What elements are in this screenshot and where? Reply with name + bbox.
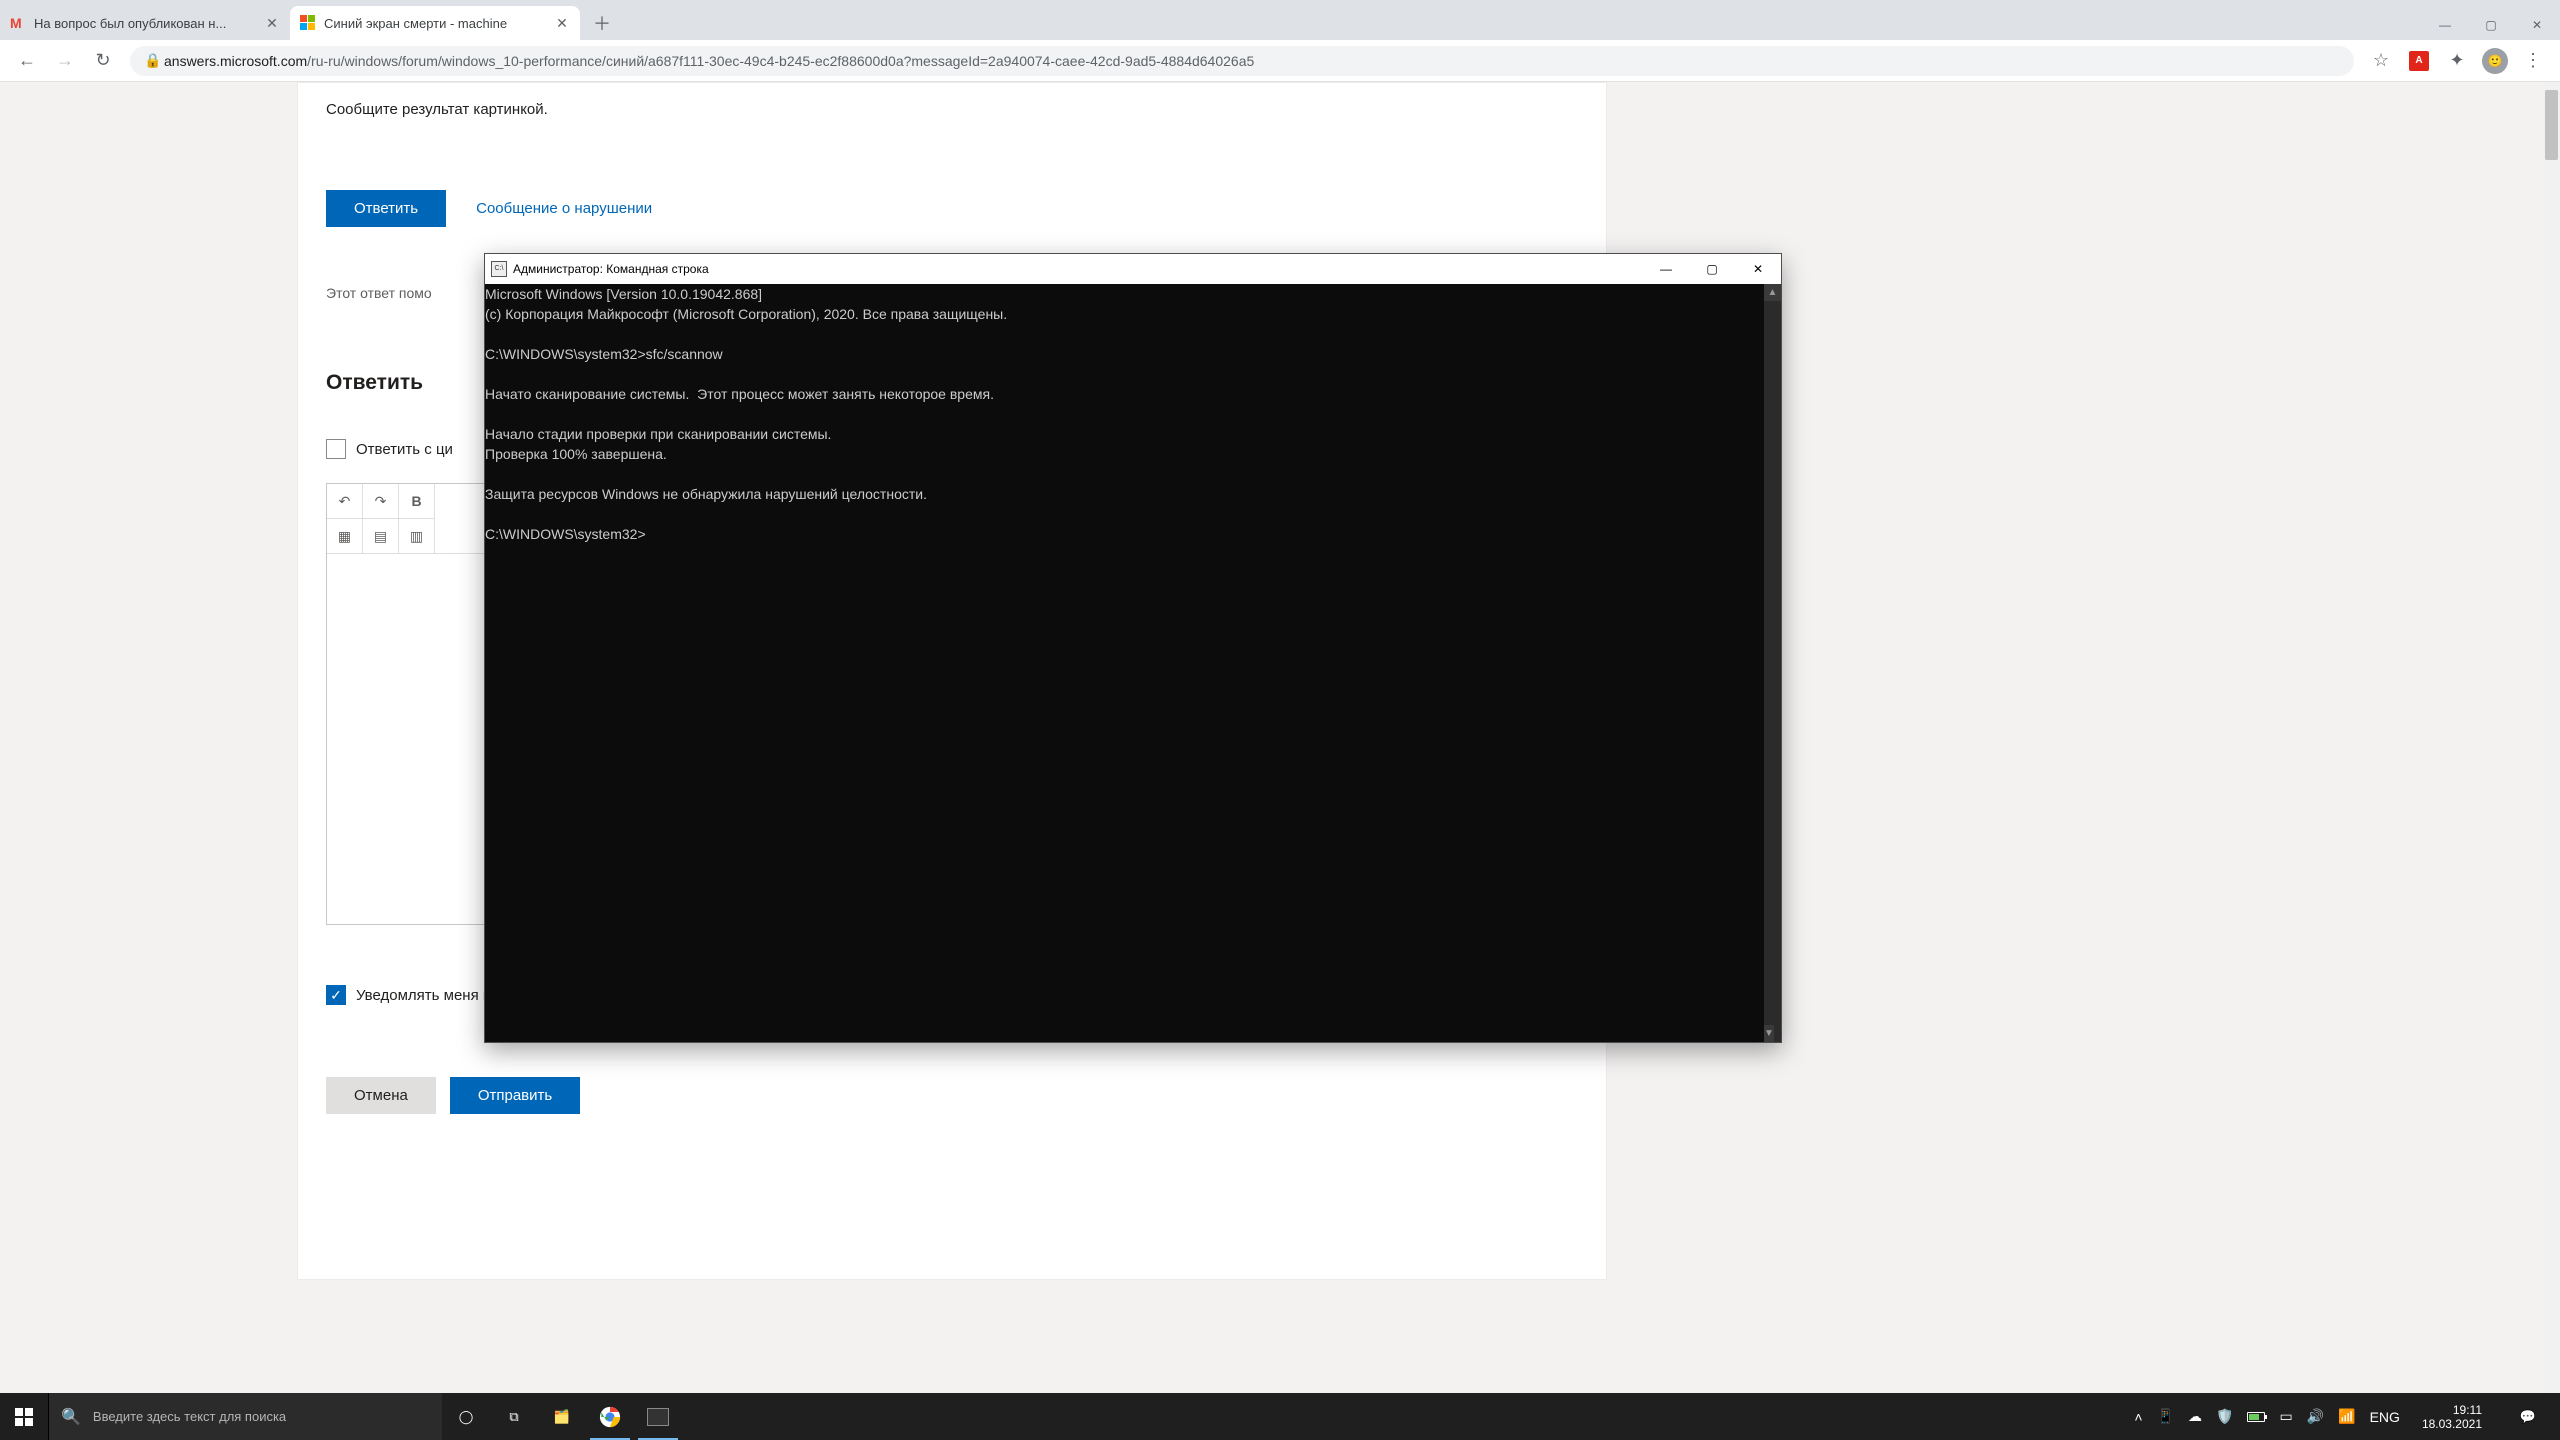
submit-button[interactable]: Отправить [450,1077,580,1114]
tab-title: Синий экран смерти - machine [324,16,548,31]
url-host: answers.microsoft.com [164,53,307,69]
reload-button[interactable]: ↻ [86,44,120,78]
taskbar-clock[interactable]: 19:11 18.03.2021 [2414,1403,2490,1431]
cmd-window-controls: — ▢ ✕ [1643,254,1781,284]
rte-redo-icon[interactable]: ↷ [363,484,399,518]
message-text: Сообщите результат картинкой. [326,101,1578,118]
back-button[interactable]: ← [10,44,44,78]
lock-icon: 🔒 [144,52,162,70]
windows-logo-icon [15,1408,33,1426]
scroll-down-icon[interactable]: ▼ [1764,1025,1774,1042]
taskbar-search[interactable]: 🔍 Введите здесь текст для поиска [48,1393,442,1440]
tab-title: На вопрос был опубликован н... [34,16,258,31]
form-buttons: Отмена Отправить [326,1077,1578,1114]
tray-chevron-up-icon[interactable]: ˄ [2134,1409,2142,1425]
quote-checkbox-label: Ответить с ци [356,441,453,458]
rte-code-icon[interactable]: ▤ [363,519,399,553]
cmd-icon: C:\ [491,261,507,277]
file-explorer-icon[interactable]: 🗂️ [538,1393,586,1440]
search-icon: 🔍 [61,1407,81,1427]
cmd-output[interactable]: Microsoft Windows [Version 10.0.19042.86… [485,284,1764,1042]
tray-device-icon[interactable]: 📱 [2157,1408,2174,1425]
tray-security-icon[interactable]: 🛡️ [2216,1408,2233,1425]
cmd-minimize-button[interactable]: — [1643,254,1689,284]
search-placeholder: Введите здесь текст для поиска [93,1409,286,1424]
cmd-scrollbar-track[interactable] [1764,301,1781,1025]
browser-toolbar: ← → ↻ 🔒 answers.microsoft.com/ru-ru/wind… [0,40,2560,82]
tray-battery-icon[interactable] [2247,1412,2265,1422]
extensions-icon[interactable]: ✦ [2440,44,2474,78]
close-button[interactable]: ✕ [2514,10,2560,40]
clock-time: 19:11 [2453,1403,2482,1417]
tray-network-icon[interactable]: ▭ [2279,1408,2292,1425]
tab-close-icon[interactable]: ✕ [264,15,280,31]
adobe-extension-icon[interactable]: A [2402,44,2436,78]
rte-table-icon[interactable]: ▥ [399,519,435,553]
rte-image-icon[interactable]: ▦ [327,519,363,553]
cmd-title: Администратор: Командная строка [513,259,1643,279]
tray-wifi-icon[interactable]: 📶 [2338,1408,2355,1425]
cortana-icon[interactable]: ◯ [442,1393,490,1440]
cmd-titlebar[interactable]: C:\ Администратор: Командная строка — ▢ … [485,254,1781,284]
browser-window-controls: — ▢ ✕ [2422,10,2560,40]
report-abuse-link[interactable]: Сообщение о нарушении [476,200,652,217]
cmd-scrollbar[interactable]: ▲ ▼ [1764,284,1781,1042]
scrollbar-thumb[interactable] [2545,90,2558,160]
message-actions: Ответить Сообщение о нарушении [326,190,1578,227]
clock-date: 18.03.2021 [2422,1417,2482,1431]
cmd-close-button[interactable]: ✕ [1735,254,1781,284]
cmd-window: C:\ Администратор: Командная строка — ▢ … [484,253,1782,1043]
address-bar[interactable]: 🔒 answers.microsoft.com/ru-ru/windows/fo… [130,46,2354,76]
rte-undo-icon[interactable]: ↶ [327,484,363,518]
tab-strip: M На вопрос был опубликован н... ✕ Синий… [0,0,2560,40]
forward-button[interactable]: → [48,44,82,78]
ms-favicon [300,15,316,31]
tab-ms-answers[interactable]: Синий экран смерти - machine ✕ [290,6,580,40]
tray-onedrive-icon[interactable]: ☁ [2188,1408,2202,1425]
cmd-maximize-button[interactable]: ▢ [1689,254,1735,284]
chrome-menu-icon[interactable]: ⋮ [2516,44,2550,78]
task-view-icon[interactable]: ⧉ [490,1393,538,1440]
profile-avatar[interactable]: 🙂 [2478,44,2512,78]
action-center-icon[interactable]: 💬 [2504,1393,2552,1440]
scroll-up-icon[interactable]: ▲ [1764,284,1781,301]
start-button[interactable] [0,1393,48,1440]
system-tray: ˄ 📱 ☁ 🛡️ ▭ 🔊 📶 ENG 19:11 18.03.2021 💬 [2134,1393,2560,1440]
chrome-taskbar-icon[interactable] [586,1393,634,1440]
reply-button[interactable]: Ответить [326,190,446,227]
quote-checkbox[interactable] [326,439,346,459]
url-path: /ru-ru/windows/forum/windows_10-performa… [307,53,1254,69]
tray-volume-icon[interactable]: 🔊 [2307,1408,2324,1425]
minimize-button[interactable]: — [2422,10,2468,40]
tray-language[interactable]: ENG [2370,1409,2400,1425]
cancel-button[interactable]: Отмена [326,1077,436,1114]
tab-gmail[interactable]: M На вопрос был опубликован н... ✕ [0,6,290,40]
bookmark-star-icon[interactable]: ☆ [2364,44,2398,78]
new-tab-button[interactable]: ＋ [588,9,616,37]
tab-close-icon[interactable]: ✕ [554,15,570,31]
rte-bold-icon[interactable]: B [399,484,435,518]
notify-checkbox[interactable] [326,985,346,1005]
cmd-taskbar-icon[interactable] [634,1393,682,1440]
gmail-favicon: M [10,15,26,31]
windows-taskbar: 🔍 Введите здесь текст для поиска ◯ ⧉ 🗂️ … [0,1393,2560,1440]
page-scrollbar[interactable] [2543,82,2560,1393]
maximize-button[interactable]: ▢ [2468,10,2514,40]
